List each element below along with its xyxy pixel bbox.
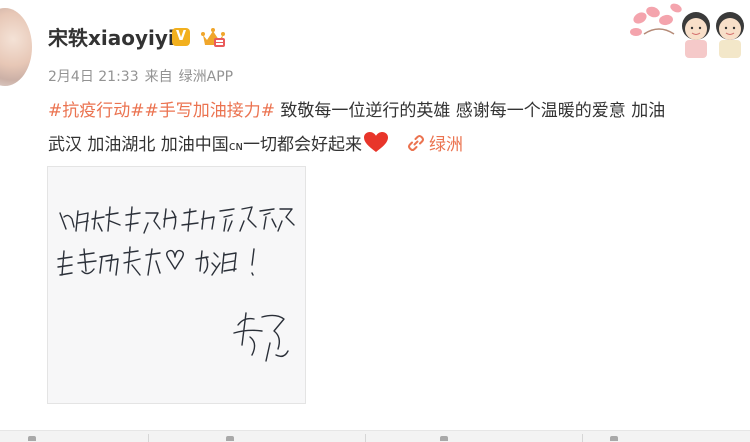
post-text-line-1: #抗疫行动##手写加油接力# 致敬每一位逆行的英雄 感谢每一个温暖的爱意 加油 xyxy=(48,96,665,121)
oasis-link[interactable]: 绿洲 xyxy=(429,135,463,155)
post-text-body-2: 武汉 加油湖北 加油中国 xyxy=(48,135,229,155)
user-avatar[interactable] xyxy=(0,8,32,86)
red-heart-icon xyxy=(364,132,389,152)
like-icon[interactable] xyxy=(440,436,448,441)
hashtag-link-shouxie[interactable]: #手写加油接力# xyxy=(145,101,276,121)
comment-icon[interactable] xyxy=(226,436,234,441)
cn-mark: ᴄɴ xyxy=(228,139,244,153)
hashtag-link-kangyi[interactable]: #抗疫行动# xyxy=(48,101,145,121)
post-text-body-3: 一切都会好起来 xyxy=(243,135,363,155)
verified-v-badge-icon[interactable]: V xyxy=(172,28,190,46)
username[interactable]: 宋轶xiaoyiyi xyxy=(48,22,175,51)
link-icon[interactable] xyxy=(407,134,425,152)
post-text-body: 致敬每一位逆行的英雄 感谢每一个温暖的爱意 加油 xyxy=(275,101,666,121)
post-text-line-2: 武汉 加油湖北 加油中国ᴄɴ一切都会好起来 绿洲 xyxy=(48,130,463,155)
post-timestamp[interactable]: 2月4日 21:33 xyxy=(48,69,139,85)
handwriting-photo[interactable] xyxy=(47,166,306,404)
source-prefix: 来自 xyxy=(144,69,173,85)
source-app-link[interactable]: 绿洲APP xyxy=(179,69,233,85)
more-icon[interactable] xyxy=(610,436,618,441)
member-crown-badge-icon[interactable] xyxy=(200,27,226,49)
action-bar xyxy=(0,430,750,442)
handwriting-strokes xyxy=(57,206,295,362)
repost-icon[interactable] xyxy=(28,436,36,441)
post-meta: 2月4日 21:33 来自 绿洲APP xyxy=(48,66,233,86)
card-decoration-couple-icon xyxy=(630,3,744,58)
